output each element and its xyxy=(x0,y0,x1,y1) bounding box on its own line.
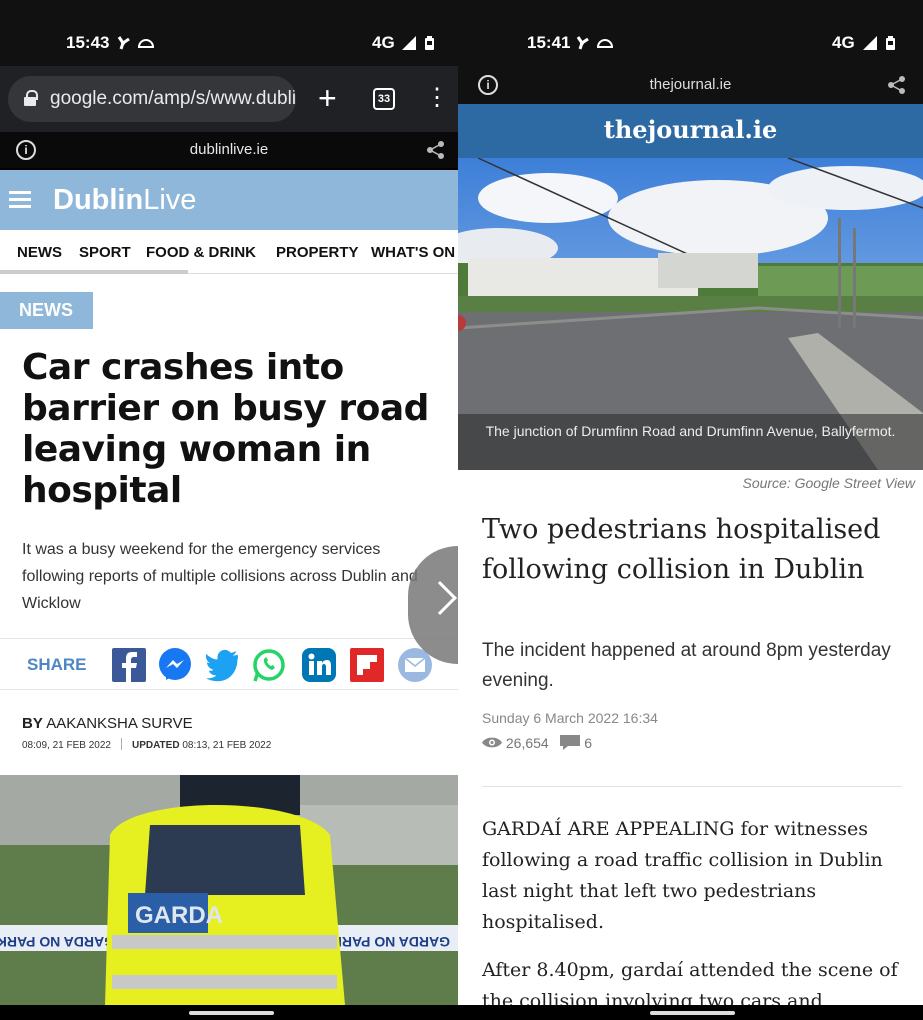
article-paragraph-1: GARDAÍ ARE APPEALING for witnesses follo… xyxy=(482,818,883,933)
home-pill[interactable] xyxy=(650,1011,735,1015)
vest-text: GARDA xyxy=(135,902,223,929)
new-tab-button[interactable]: + xyxy=(318,78,337,118)
left-screenshot: 15:43 4G google.com/amp/s/www.dublinlive… xyxy=(0,0,458,1020)
whatsapp-icon[interactable] xyxy=(252,648,286,682)
share-icon[interactable] xyxy=(426,140,446,160)
site-logo[interactable]: DublinLive xyxy=(53,184,196,217)
menu-button[interactable]: ⋮ xyxy=(425,80,449,116)
nav-item-whats-on[interactable]: WHAT'S ON xyxy=(371,244,455,261)
right-screenshot: 15:41 4G i thejournal.ie thejournal.ie T… xyxy=(458,0,923,1020)
lock-icon xyxy=(24,90,38,106)
nav-item-news[interactable]: NEWS xyxy=(17,244,62,261)
home-pill[interactable] xyxy=(189,1011,274,1015)
site-logo[interactable]: thejournal.ie xyxy=(458,104,923,158)
article-subtitle: The incident happened at around 8pm yest… xyxy=(482,640,891,691)
hamburger-menu-icon[interactable] xyxy=(9,191,31,209)
notification-icons xyxy=(116,34,156,53)
gesture-bar xyxy=(0,1005,458,1020)
comment-count[interactable]: 6 xyxy=(584,735,592,751)
network-type: 4G xyxy=(832,33,855,52)
fan-icon xyxy=(117,36,155,50)
facebook-icon[interactable] xyxy=(112,648,146,682)
nav-item-food-drink[interactable]: FOOD & DRINK xyxy=(146,244,256,261)
article-headline: Two pedestrians hospitalised following c… xyxy=(482,514,881,585)
signal-battery-icon xyxy=(863,36,895,50)
amp-domain: dublinlive.ie xyxy=(189,141,269,158)
amp-domain: thejournal.ie xyxy=(649,76,732,93)
gesture-bar xyxy=(458,1005,923,1020)
author-name[interactable]: AAKANKSHA SURVE xyxy=(46,715,192,732)
notification-icons xyxy=(575,34,615,53)
site-header: DublinLive xyxy=(0,170,458,230)
twitter-icon[interactable] xyxy=(206,648,240,682)
flipboard-icon[interactable] xyxy=(350,648,384,682)
photo-caption: The junction of Drumfinn Road and Drumfi… xyxy=(458,414,923,470)
article-photo: GARDA NO PARKING GARDA NO PARKING GARDA xyxy=(0,775,458,1005)
amp-header: i dublinlive.ie xyxy=(0,132,458,168)
view-count: 26,654 xyxy=(505,735,549,751)
article-standfirst: It was a busy weekend for the emergency … xyxy=(22,541,418,612)
nav-scroll-indicator xyxy=(0,270,188,274)
url-text: google.com/amp/s/www.dublinlive.ie xyxy=(50,88,296,109)
fan-icon xyxy=(576,36,614,50)
share-bar: SHARE xyxy=(0,638,458,690)
signal-battery-icon xyxy=(402,36,434,50)
status-time: 15:41 xyxy=(527,33,571,52)
linkedin-icon[interactable] xyxy=(302,648,336,682)
section-badge[interactable]: NEWS xyxy=(0,292,93,329)
nav-item-sport[interactable]: SPORT xyxy=(79,244,131,261)
status-time: 15:43 xyxy=(66,33,110,52)
eye-icon xyxy=(482,737,502,748)
network-type: 4G xyxy=(372,33,395,52)
photo-source: Source: Google Street View xyxy=(742,475,915,491)
article-headline: Car crashes into barrier on busy road le… xyxy=(22,347,429,511)
share-label: SHARE xyxy=(27,655,87,674)
dublinlive-page: DublinLive NEWS SPORT FOOD & DRINK PROPE… xyxy=(0,170,458,1005)
article-photo: The junction of Drumfinn Road and Drumfi… xyxy=(458,158,923,470)
browser-toolbar: google.com/amp/s/www.dublinlive.ie + 33 … xyxy=(0,66,458,132)
amp-header: i thejournal.ie xyxy=(458,66,923,104)
tape-text-left: GARDA NO PARKING xyxy=(0,934,115,950)
divider xyxy=(482,786,902,787)
comment-icon[interactable] xyxy=(560,735,581,750)
chevron-right-icon xyxy=(423,581,457,615)
address-bar[interactable]: google.com/amp/s/www.dublinlive.ie xyxy=(8,76,296,122)
status-bar: 15:41 4G xyxy=(458,0,923,66)
share-icon[interactable] xyxy=(887,75,907,95)
status-bar: 15:43 4G xyxy=(0,0,458,66)
article-date: Sunday 6 March 2022 16:34 xyxy=(482,710,658,726)
info-icon[interactable]: i xyxy=(16,140,36,160)
article-stats: 26,654 6 xyxy=(482,735,592,751)
tab-switcher-button[interactable]: 33 xyxy=(373,88,395,110)
nav-item-property[interactable]: PROPERTY xyxy=(276,244,359,261)
article-dates: 08:09, 21 FEB 2022 UPDATED 08:13, 21 FEB … xyxy=(22,738,272,751)
byline: BY AAKANKSHA SURVE xyxy=(22,715,193,732)
section-nav: NEWS SPORT FOOD & DRINK PROPERTY WHAT'S … xyxy=(0,230,458,274)
info-icon[interactable]: i xyxy=(478,75,498,95)
messenger-icon[interactable] xyxy=(158,648,192,682)
